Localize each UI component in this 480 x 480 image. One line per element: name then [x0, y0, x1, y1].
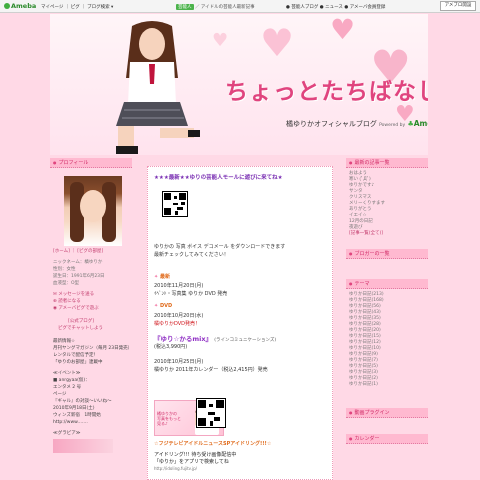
- heart-decoration-icon: ♥: [212, 30, 229, 51]
- dvd-product-title[interactable]: 『ゆり☆かるmix』 (ラインコミュニケーションズ): [154, 333, 276, 343]
- heart-decoration-icon: ♥: [260, 21, 295, 65]
- blog-post: ★★★最新★★ゆりの芸能人モールに遊びに来てね★ ゆりかの 写真 ボイス デコメ…: [147, 166, 333, 480]
- section-latest-heading: ✦ 最新: [154, 273, 170, 280]
- calendar-body-text: 橘ゆりか 2011年カレンダー（税込2,415円）発売: [154, 367, 268, 373]
- blog-subtitle-text: 橘ゆりかオフィシャルブログ: [286, 120, 377, 128]
- pig-link[interactable]: ◉ アメーバピグで遊ぶ: [50, 305, 132, 312]
- become-reader-text: 読者になる: [58, 299, 81, 304]
- section-dvd-date: 2010年10月20日(水): [154, 313, 204, 319]
- photo-ad-line: 見る♪: [157, 421, 168, 426]
- schedule-item: 『ギャル』の対談～いいね～: [53, 399, 112, 404]
- blog-header[interactable]: ♥ ♥ ♥ ♥ ♥ ちょっとたちばなし 橘ゆりかオフィシャルブログ Powere…: [50, 14, 428, 155]
- left-sidebar: プロフィール [ホーム] ｜ [ピグの部屋] ニックネーム：橘ゆりか 性別：女性…: [50, 158, 132, 453]
- section-latest-body: ｲﾍﾞﾝﾄ・写真集 ゆりか DVD 発売: [154, 291, 228, 297]
- gravure-label: ≪グラビア≫: [53, 431, 81, 436]
- ameba-logo[interactable]: Ameba: [4, 2, 36, 10]
- schedule-item: 2010年9月18日(土): [53, 406, 95, 411]
- schedule-item: ページ: [53, 392, 67, 397]
- blog-title: ちょっとたちばなし: [225, 79, 428, 105]
- news-item: レンタルで配信予定！: [53, 353, 98, 358]
- fujitv-heading: ☆フジテレビアイドルニュースSPアイドリング!!!☆: [154, 441, 272, 447]
- topbar-badge: 芸能人: [176, 4, 194, 10]
- section-latest-date: 2010年11月20日(月): [154, 283, 204, 289]
- send-message-text: メッセージを送る: [58, 292, 95, 297]
- news-item: 月刊ヤングマガジン（毎月 23日発売）: [53, 346, 132, 351]
- schedule-item: ■ anrgyaa(仮)：: [53, 378, 90, 383]
- calendar-heading: カレンダー: [346, 434, 428, 444]
- section-latest-text: 最新: [159, 274, 170, 280]
- fujitv-line-3: 「ゆりか」をアプリで検索してね: [154, 459, 229, 465]
- theme-link[interactable]: ゆりか日記(1): [346, 382, 428, 388]
- profile-info: 性別：女性: [53, 267, 76, 272]
- news-item: 最新情報☆: [53, 339, 76, 344]
- pig-link-text: アメーバピグで遊ぶ: [58, 306, 99, 311]
- calendar-date: 2010年10月25日(月): [154, 359, 204, 365]
- right-sidebar: 最新の記事一覧 おはよう 寒い (ﾟДﾟ) ゆりかです♪ サンタ クリスマス メ…: [346, 158, 428, 444]
- schedule-item: ≪イベント≫: [53, 371, 81, 376]
- video-heading: 動画プラグイン: [346, 408, 428, 418]
- qr-code: [162, 191, 188, 217]
- official-blog-label: [公式ブログ]: [68, 319, 95, 324]
- pig-chat-link[interactable]: ピグでチャットしよう: [50, 325, 132, 332]
- become-reader-link[interactable]: ⊕ 読者になる: [50, 298, 132, 305]
- profile-info: 誕生日：1991年6月23日: [53, 274, 105, 279]
- latest-posts-heading: 最新の記事一覧: [346, 158, 428, 168]
- ameba-logo-text: Ameba: [11, 2, 37, 10]
- blog-subtitle: 橘ゆりかオフィシャルブログ Powered by ♣Ameba: [286, 119, 428, 129]
- post-intro-2-text: 最新チェックしてみてください！: [154, 252, 229, 258]
- post-intro: ゆりかの 写真 ボイス デコメール をダウンロードできます: [154, 243, 285, 250]
- topbar-news-text: ／ アイドルの芸能人最新記事: [194, 5, 255, 10]
- ameba-topbar: Ameba マイページ ｜ ピグ ｜ ブログ検索 ▾ 芸能人 ／ アイドルの芸能…: [0, 0, 480, 13]
- dvd-product-price: (税込3,990円): [154, 344, 188, 350]
- qr-code: [196, 398, 226, 428]
- news-item: 「ゆりのお部屋」連載中: [53, 360, 103, 365]
- powered-by-text: Powered by: [379, 123, 406, 128]
- heart-decoration-icon: ♥: [330, 14, 356, 46]
- section-dvd-heading: ✦ DVD: [154, 303, 172, 309]
- gravure-banner[interactable]: [53, 439, 113, 453]
- ameba-leaf-icon: [4, 3, 10, 9]
- section-dvd-body: 橘ゆりかDVD発売！: [154, 321, 201, 327]
- profile-heading: プロフィール: [50, 158, 132, 168]
- fujitv-line-2: アイドリング!!! 待ち受け画像配信中: [154, 452, 237, 458]
- schedule-item[interactable]: http://www.……: [50, 419, 132, 426]
- dvd-product-note: (ラインコミュニケーションズ): [214, 338, 277, 343]
- schedule-item: ウィンズ新宿 1時開始: [53, 413, 101, 418]
- send-message-link[interactable]: ✉ メッセージを送る: [50, 291, 132, 298]
- profile-photo[interactable]: [64, 176, 122, 246]
- topbar-right-links[interactable]: ● 芸能人ブログ ● ニュース ● アメーバ会員登録: [286, 4, 385, 10]
- profile-links[interactable]: [ホーム] ｜ [ピグの部屋]: [50, 248, 132, 255]
- post-title: ★★★最新★★ゆりの芸能人モールに遊びに来てね★: [154, 175, 283, 181]
- open-blog-button[interactable]: アメブロ開設: [440, 1, 476, 11]
- dvd-product-title-text: 『ゆり☆かるmix』: [154, 335, 213, 343]
- photo-ad-text: 橘ゆりかの 写真をもっと 見る♪: [157, 411, 181, 426]
- topbar-news[interactable]: 芸能人 ／ アイドルの芸能人最新記事: [176, 4, 255, 10]
- section-dvd-text: DVD: [159, 303, 173, 309]
- header-girl-image: [116, 21, 200, 154]
- bloggers-heading: ブロガーの一覧: [346, 249, 428, 259]
- ameba-brand: Ameba: [413, 119, 428, 128]
- topbar-links[interactable]: マイページ ｜ ピグ ｜ ブログ検索 ▾: [41, 4, 113, 10]
- profile-info: 血液型：O型: [53, 281, 80, 286]
- fujitv-url[interactable]: http://idoling.fujitv.jp/: [154, 466, 197, 471]
- all-posts-link[interactable]: [記事一覧(全て)]: [346, 231, 428, 237]
- post-intro-2: 最新チェックしてみてください！: [154, 251, 229, 258]
- calendar-body: 橘ゆりか 2011年カレンダー（税込2,415円）発売: [154, 366, 268, 373]
- profile-info: ニックネーム：橘ゆりか: [53, 260, 103, 265]
- theme-heading: テーマ: [346, 279, 428, 289]
- post-intro-text: ゆりかの 写真 ボイス デコメール をダウンロードできます: [154, 244, 286, 250]
- schedule-item: エンタメ 2 号: [53, 385, 82, 390]
